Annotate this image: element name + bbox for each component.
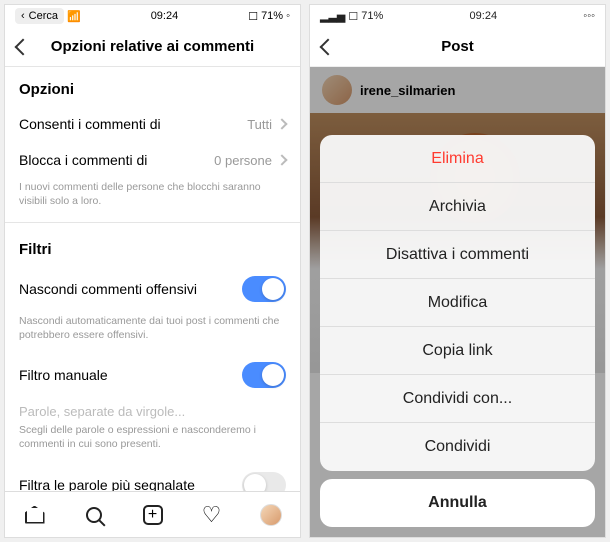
- create-tab[interactable]: +: [141, 503, 165, 527]
- battery-icon: ☐: [248, 10, 258, 23]
- search-label: Cerca: [29, 10, 58, 22]
- profile-avatar: [260, 504, 282, 526]
- filter-reported-toggle[interactable]: [242, 472, 286, 491]
- back-icon[interactable]: [320, 38, 337, 55]
- battery-icon: ☐: [348, 10, 358, 23]
- keywords-input[interactable]: Parole, separate da virgole...: [5, 398, 300, 421]
- edit-button[interactable]: Modifica: [320, 279, 595, 327]
- keywords-hint: Scegli delle parole o espressioni e nasc…: [5, 421, 300, 461]
- allow-comments-value: Tutti: [247, 117, 272, 132]
- filter-reported-label: Filtra le parole più segnalate: [19, 477, 195, 491]
- search-pill[interactable]: ‹ Cerca: [15, 8, 64, 24]
- manual-filter-label: Filtro manuale: [19, 367, 108, 383]
- post-header: Post: [310, 27, 605, 67]
- hide-offensive-toggle[interactable]: [242, 276, 286, 302]
- activity-tab[interactable]: ♡: [200, 503, 224, 527]
- hide-offensive-label: Nascondi commenti offensivi: [19, 281, 197, 297]
- divider: [5, 222, 300, 223]
- chevron-left-icon: ‹: [21, 10, 25, 22]
- manual-filter-row: Filtro manuale: [5, 352, 300, 398]
- cancel-button[interactable]: Annulla: [320, 479, 595, 527]
- network-icon: ◦: [286, 10, 290, 22]
- block-comments-value: 0 persone: [214, 153, 272, 168]
- copy-link-button[interactable]: Copia link: [320, 327, 595, 375]
- plus-icon: +: [143, 505, 163, 525]
- search-icon: [86, 507, 102, 523]
- archive-button[interactable]: Archivia: [320, 183, 595, 231]
- allow-comments-row[interactable]: Consenti i commenti di Tutti: [5, 106, 300, 142]
- filter-reported-row: Filtra le parole più segnalate: [5, 462, 300, 491]
- hide-offensive-hint: Nascondi automaticamente dai tuoi post i…: [5, 312, 300, 352]
- battery-percent: 71%: [261, 10, 283, 22]
- action-sheet-group: Elimina Archivia Disattiva i commenti Mo…: [320, 135, 595, 471]
- status-bar: ‹ Cerca 📶 09:24 ☐ 71% ◦: [5, 5, 300, 27]
- status-time: 09:24: [470, 10, 498, 22]
- signal-icon: 📶: [67, 10, 81, 23]
- action-sheet: Elimina Archivia Disattiva i commenti Mo…: [320, 135, 595, 527]
- share-button[interactable]: Condividi: [320, 423, 595, 471]
- home-icon: [25, 506, 45, 524]
- settings-header: Opzioni relative ai commenti: [5, 27, 300, 67]
- delete-button[interactable]: Elimina: [320, 135, 595, 183]
- block-comments-label: Blocca i commenti di: [19, 152, 147, 168]
- status-bar: ▂▃▅ ☐ 71% 09:24 ◦◦◦: [310, 5, 605, 27]
- status-time: 09:24: [151, 10, 179, 22]
- filters-section-header: Filtri: [5, 227, 300, 266]
- manual-filter-toggle[interactable]: [242, 362, 286, 388]
- page-title: Opzioni relative ai commenti: [5, 38, 300, 55]
- network-icon: ◦◦◦: [583, 10, 595, 22]
- options-section-header: Opzioni: [5, 67, 300, 106]
- search-tab[interactable]: [82, 503, 106, 527]
- page-title: Post: [310, 38, 605, 55]
- heart-icon: ♡: [202, 502, 222, 528]
- hide-offensive-row: Nascondi commenti offensivi: [5, 266, 300, 312]
- tab-bar: + ♡: [5, 491, 300, 537]
- block-comments-row[interactable]: Blocca i commenti di 0 persone: [5, 142, 300, 178]
- chevron-right-icon: [276, 118, 287, 129]
- profile-tab[interactable]: [259, 503, 283, 527]
- battery-percent: 71%: [361, 10, 383, 22]
- signal-icon: ▂▃▅: [320, 10, 345, 23]
- chevron-right-icon: [276, 154, 287, 165]
- allow-comments-label: Consenti i commenti di: [19, 116, 161, 132]
- block-hint: I nuovi commenti delle persone che blocc…: [5, 178, 300, 218]
- share-with-button[interactable]: Condividi con...: [320, 375, 595, 423]
- home-tab[interactable]: [23, 503, 47, 527]
- disable-comments-button[interactable]: Disattiva i commenti: [320, 231, 595, 279]
